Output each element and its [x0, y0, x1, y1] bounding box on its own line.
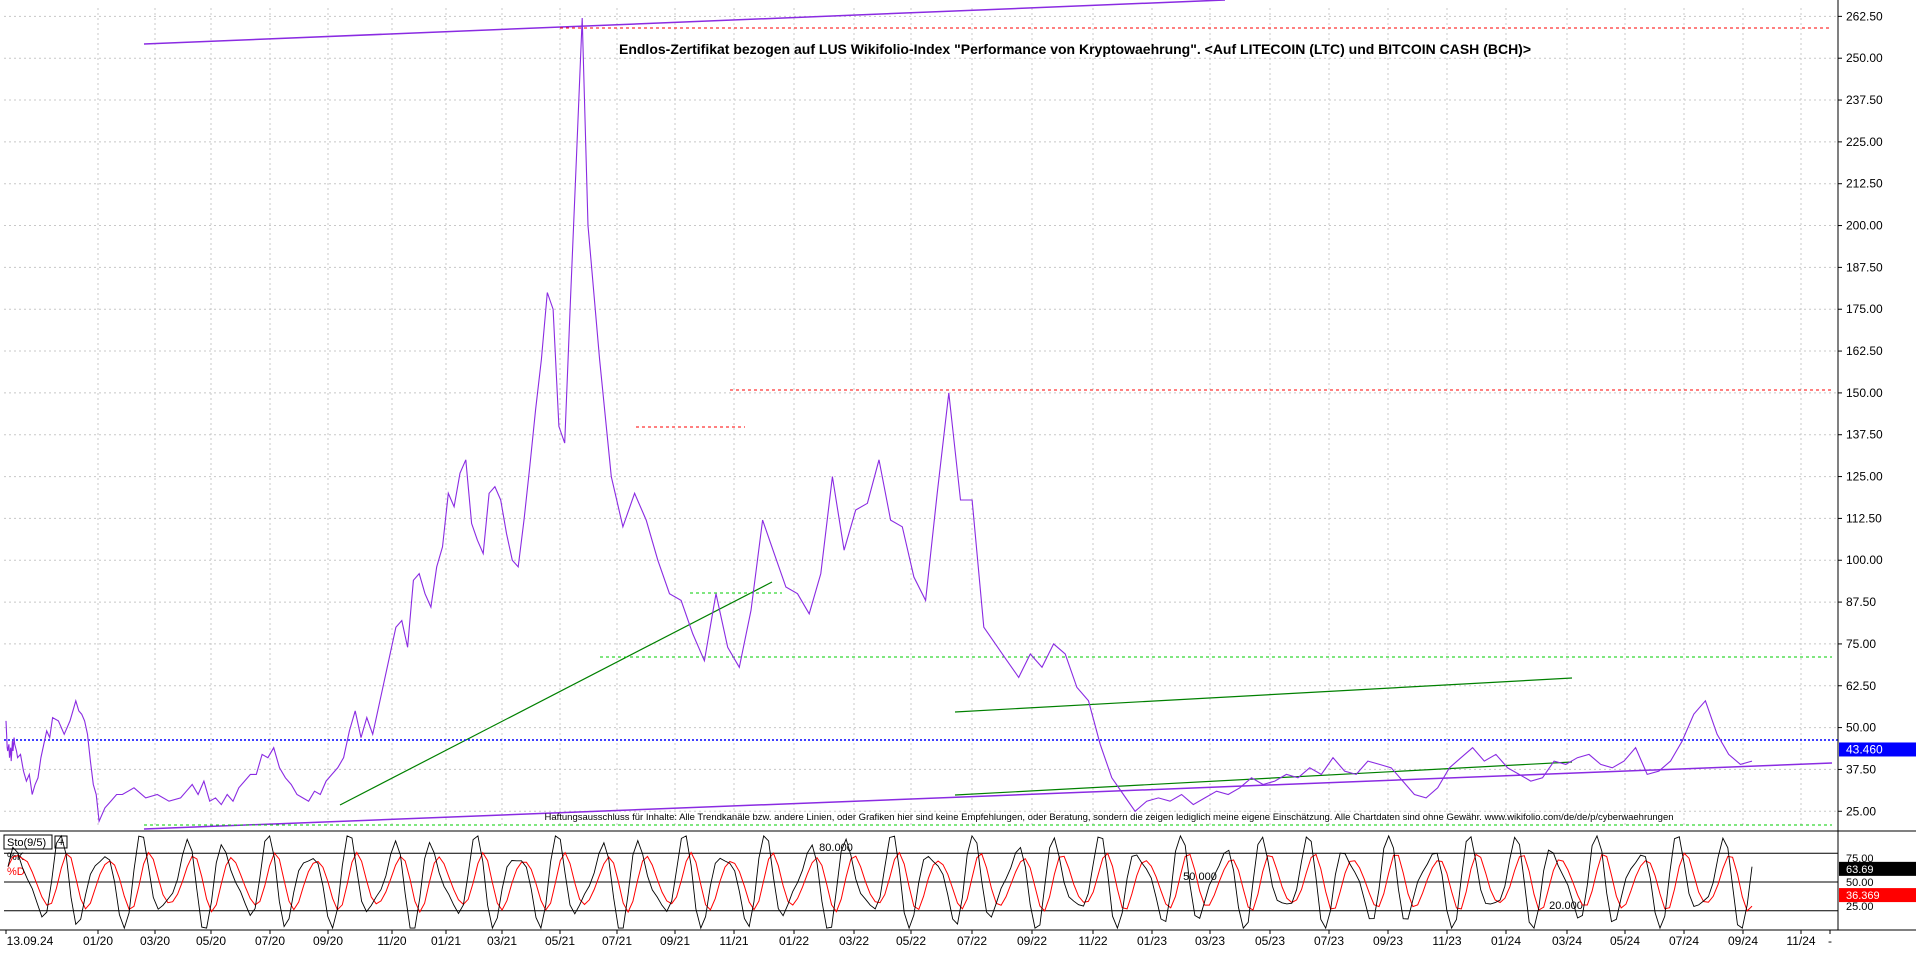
y-tick-label: 62.50 — [1846, 679, 1876, 693]
x-tick-label: 03/22 — [839, 934, 869, 948]
y-tick-label: 50.00 — [1846, 721, 1876, 735]
x-tick-label: 07/24 — [1669, 934, 1699, 948]
x-tick-label: 07/20 — [255, 934, 285, 948]
x-tick-label: 05/24 — [1610, 934, 1640, 948]
y-tick-label: 112.50 — [1846, 511, 1882, 525]
y-tick-label: 150.00 — [1846, 386, 1883, 400]
y-tick-label: 25.00 — [1846, 804, 1876, 818]
x-tick-label: 09/21 — [660, 934, 690, 948]
x-tick-label: 07/23 — [1314, 934, 1344, 948]
y-tick-label: 250.00 — [1846, 51, 1883, 65]
x-tick-label: 03/23 — [1195, 934, 1225, 948]
y-tick-label: 100.00 — [1846, 553, 1883, 567]
x-tick-label: 01/22 — [779, 934, 809, 948]
disclaimer-text: Haftungsausschluss für Inhalte: Alle Tre… — [544, 812, 1673, 823]
stoch-level-label: 20.000 — [1549, 900, 1583, 912]
x-tick-label: 03/24 — [1552, 934, 1582, 948]
x-tick-label: 05/20 — [196, 934, 226, 948]
chart-title: Endlos-Zertifikat bezogen auf LUS Wikifo… — [619, 41, 1531, 57]
x-tick-label: 11/21 — [719, 934, 748, 948]
x-tick-label: 05/22 — [896, 934, 926, 948]
y-tick-label: 137.50 — [1846, 428, 1883, 442]
stoch-axis-label: 25.00 — [1846, 901, 1874, 913]
y-tick-label: 162.50 — [1846, 344, 1883, 358]
chart-svg: Sto(9/5) +%K%D80.00050.00020.00075.0050.0… — [0, 0, 1916, 948]
x-tick-label: 11/20 — [377, 934, 406, 948]
x-tick-label: 01/20 — [83, 934, 113, 948]
x-tick-label: 09/24 — [1728, 934, 1758, 948]
y-tick-label: 212.50 — [1846, 177, 1883, 191]
x-tick-label: 03/20 — [140, 934, 170, 948]
chart-stage: Sto(9/5) + %K %D 80.000 50.000 20.000 75.00 50.0… — [0, 0, 1916, 948]
x-tick-label: 07/22 — [957, 934, 987, 948]
x-tick-label: 01/24 — [1491, 934, 1521, 948]
k-value-label: 63.69 — [1846, 864, 1874, 876]
last-value-label: 43.460 — [1846, 742, 1883, 756]
y-tick-label: 87.50 — [1846, 595, 1876, 609]
x-tick-label: 07/21 — [602, 934, 632, 948]
x-tick-label: 11/24 — [1786, 934, 1815, 948]
x-tick-label: 09/20 — [313, 934, 343, 948]
x-tick-label: 05/23 — [1255, 934, 1285, 948]
y-tick-label: 125.00 — [1846, 470, 1883, 484]
y-tick-label: 237.50 — [1846, 93, 1883, 107]
y-tick-label: 75.00 — [1846, 637, 1876, 651]
x-tick-label: - — [1828, 934, 1832, 948]
x-tick-label: 13.09.24 — [7, 934, 54, 948]
x-tick-label: 03/21 — [487, 934, 517, 948]
stoch-axis-label: 50.00 — [1846, 877, 1874, 889]
x-tick-label: 11/22 — [1078, 934, 1107, 948]
x-tick-label: 05/21 — [545, 934, 575, 948]
y-tick-label: 187.50 — [1846, 260, 1883, 274]
x-tick-label: 01/21 — [431, 934, 461, 948]
x-tick-label: 09/23 — [1373, 934, 1403, 948]
y-tick-label: 225.00 — [1846, 135, 1883, 149]
d-value-label: 36.369 — [1846, 890, 1880, 902]
y-tick-label: 200.00 — [1846, 219, 1883, 233]
y-tick-label: 175.00 — [1846, 302, 1883, 316]
x-tick-label: 11/23 — [1432, 934, 1461, 948]
y-tick-label: 37.50 — [1846, 762, 1876, 776]
y-tick-label: 262.50 — [1846, 9, 1883, 23]
x-tick-label: 09/22 — [1017, 934, 1047, 948]
x-tick-label: 01/23 — [1137, 934, 1167, 948]
